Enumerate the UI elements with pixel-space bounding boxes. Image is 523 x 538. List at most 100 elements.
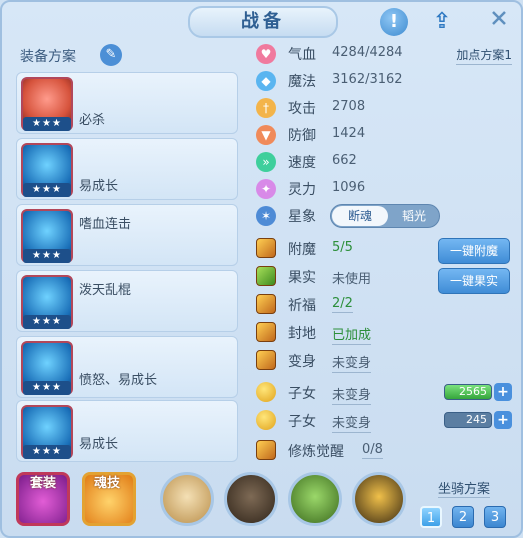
row-label: 果实 [288, 270, 316, 286]
awaken-row: 修炼觉醒 0/8 [250, 438, 520, 464]
star-rating: ★★★ [23, 315, 71, 329]
star-sign-label: 星象 [288, 209, 316, 225]
stat-name: 防御 [288, 128, 316, 144]
stat-defense: ▼ 防御 1424 [250, 123, 520, 147]
plan-list-title: 装备方案 [20, 49, 76, 65]
star-sign-row: ✶ 星象 断魂 韬光 [250, 204, 520, 228]
plan-card-6[interactable]: ★★★ 易成长 [16, 400, 238, 462]
row-value: 未变身 [332, 384, 372, 405]
toggle-option-active[interactable]: 断魂 [332, 206, 388, 226]
plan-label: 泼天乱棍 [79, 283, 132, 298]
child-growth-bar: 245 [444, 412, 492, 428]
toggle-option-inactive[interactable]: 韬光 [389, 206, 439, 226]
mount-plan-3-button[interactable]: 3 [484, 506, 506, 528]
stat-name: 灵力 [288, 182, 316, 198]
row-value: 未变身 [332, 352, 372, 373]
star-rating: ★★★ [23, 117, 71, 131]
stat-value: 3162/3162 [332, 72, 403, 87]
star-rating: ★★★ [23, 445, 71, 459]
enchant-icon [256, 238, 276, 258]
skill-slot-1[interactable] [160, 472, 214, 526]
child-row-1: 子女 未变身 2565 + [250, 380, 520, 406]
row-label: 封地 [288, 326, 316, 342]
skill-slot-3[interactable] [288, 472, 342, 526]
stat-name: 攻击 [288, 101, 316, 117]
enchant-row: 附魔 5/5 一键附魔 [250, 236, 520, 264]
plan-label: 必杀 [79, 113, 106, 128]
stat-name: 速度 [288, 155, 316, 171]
fief-row: 封地 已加成 [250, 320, 520, 346]
fruit-row: 果实 未使用 一键果实 [250, 264, 520, 294]
child-add-button[interactable]: + [494, 411, 512, 429]
sword-icon: † [256, 98, 276, 118]
stat-name: 气血 [288, 47, 316, 63]
equipment-panel: 战备 ! ⇪ 装备方案 ✎ ★★★ 必杀 ★★★ 易成长 ★★★ 嗜血连击 ★★… [0, 0, 523, 538]
stat-spirit: ✦ 灵力 1096 [250, 177, 520, 201]
one-click-fruit-button[interactable]: 一键果实 [438, 268, 510, 294]
share-icon[interactable]: ⇪ [428, 8, 456, 36]
stat-value: 662 [332, 153, 357, 168]
row-label: 附魔 [288, 242, 316, 258]
bless-row: 祈福 2/2 [250, 292, 520, 318]
transform-icon [256, 350, 276, 370]
mount-plan-title: 坐骑方案 [438, 478, 491, 498]
page-title: 战备 [188, 6, 338, 38]
skill-slot-4[interactable] [352, 472, 406, 526]
spirit-icon: ✦ [256, 179, 276, 199]
edit-icon[interactable]: ✎ [100, 44, 122, 66]
stat-name: 魔法 [288, 74, 316, 90]
plan-label: 易成长 [79, 437, 119, 452]
awaken-icon [256, 440, 276, 460]
bless-icon [256, 294, 276, 314]
plan-label: 愤怒、易成长 [79, 373, 158, 388]
transform-row: 变身 未变身 [250, 348, 520, 374]
row-label: 变身 [288, 354, 316, 370]
stat-speed: » 速度 662 [250, 150, 520, 174]
add-point-plan-link[interactable]: 加点方案1 [456, 46, 512, 65]
row-value: 0/8 [362, 442, 383, 459]
plan-card-5[interactable]: ★★★ 愤怒、易成长 [16, 336, 238, 398]
row-label: 修炼觉醒 [288, 444, 344, 460]
child-growth-bar: 2565 [444, 384, 492, 400]
speed-icon: » [256, 152, 276, 172]
help-icon[interactable]: ! [380, 8, 408, 36]
shield-icon: ▼ [256, 125, 276, 145]
plan-card-1[interactable]: ★★★ 必杀 [16, 72, 238, 134]
row-label: 子女 [288, 414, 316, 430]
row-value: 未变身 [332, 412, 372, 433]
skill-slot-2[interactable] [224, 472, 278, 526]
plan-card-4[interactable]: ★★★ 泼天乱棍 [16, 270, 238, 332]
stat-hp: ♥ 气血 4284/4284 加点方案1 [250, 42, 520, 66]
star-rating: ★★★ [23, 183, 71, 197]
child-icon [256, 410, 276, 430]
stat-value: 2708 [332, 99, 366, 114]
soul-skill-tab-label: 魂技 [94, 476, 121, 491]
row-value: 2/2 [332, 296, 353, 313]
plan-card-2[interactable]: ★★★ 易成长 [16, 138, 238, 200]
fief-icon [256, 322, 276, 342]
row-value: 已加成 [332, 324, 372, 345]
suit-tab-label: 套装 [30, 476, 57, 491]
stat-value: 4284/4284 [332, 45, 403, 60]
row-label: 祈福 [288, 298, 316, 314]
star-sign-toggle[interactable]: 断魂 韬光 [330, 204, 440, 228]
stat-value: 1424 [332, 126, 366, 141]
fruit-icon [256, 266, 276, 286]
title-bar: 战备 ! ⇪ [2, 2, 521, 42]
mount-plan-2-button[interactable]: 2 [452, 506, 474, 528]
plan-label: 嗜血连击 [79, 217, 132, 232]
diamond-icon: ◆ [256, 71, 276, 91]
mount-plan-1-button[interactable]: 1 [420, 506, 442, 528]
child-add-button[interactable]: + [494, 383, 512, 401]
child-row-2: 子女 未变身 245 + [250, 408, 520, 434]
row-value: 5/5 [332, 240, 353, 255]
row-label: 子女 [288, 386, 316, 402]
close-icon[interactable] [489, 8, 509, 28]
stat-mp: ◆ 魔法 3162/3162 [250, 69, 520, 93]
bottom-bar: 套装 魂技 坐骑方案 1 2 3 [14, 468, 514, 534]
heart-icon: ♥ [256, 44, 276, 64]
child-icon [256, 382, 276, 402]
plan-card-3[interactable]: ★★★ 嗜血连击 [16, 204, 238, 266]
one-click-enchant-button[interactable]: 一键附魔 [438, 238, 510, 264]
stat-attack: † 攻击 2708 [250, 96, 520, 120]
